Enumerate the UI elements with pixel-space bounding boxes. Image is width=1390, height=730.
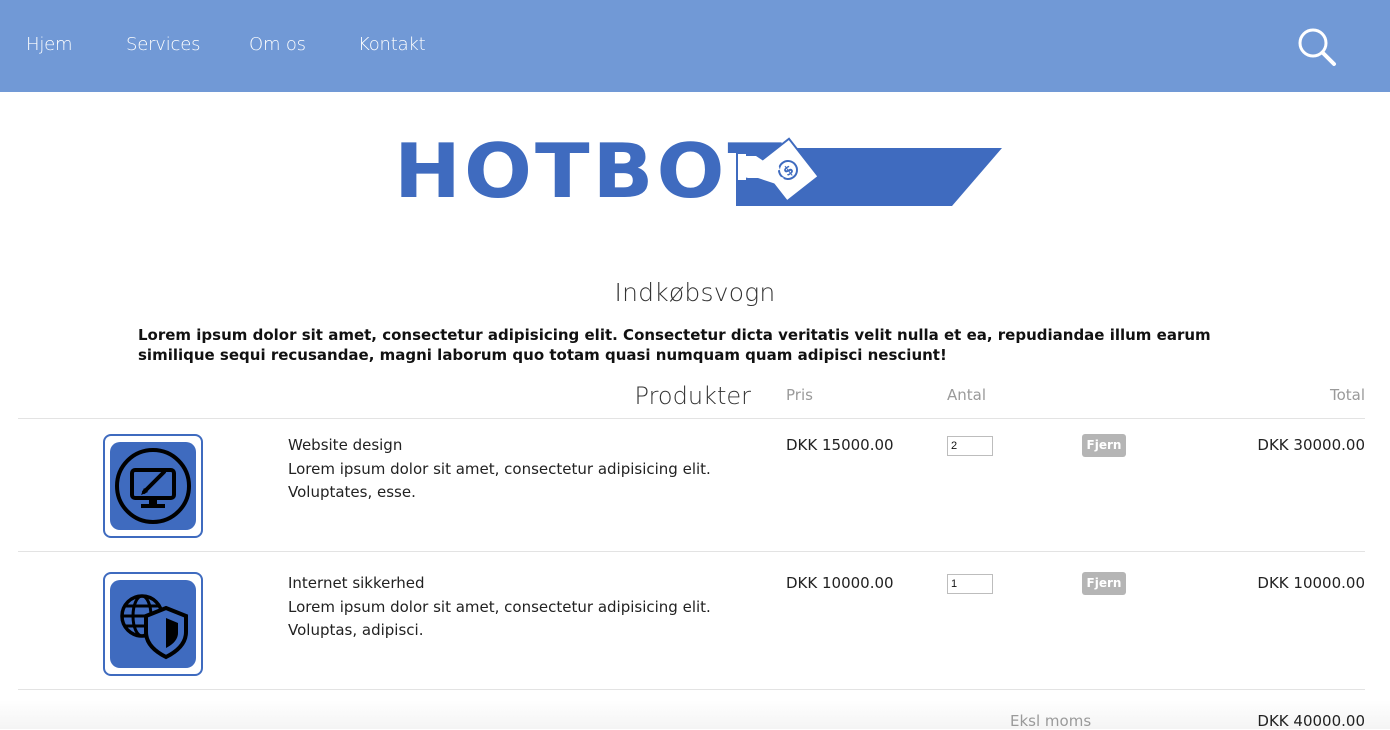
table-divider [18,689,1365,690]
nav-item-contact[interactable]: Kontakt [358,34,426,55]
product-description: Lorem ipsum dolor sit amet, consectetur … [288,460,711,501]
column-header-quantity: Antal [947,386,987,404]
table-divider [18,418,1365,419]
nav-item-about[interactable]: Om os [249,34,306,55]
top-navigation-bar: Hjem Services Om os Kontakt [0,0,1390,92]
globe-shield-icon [120,594,188,660]
product-name: Internet sikkerhed [288,574,425,592]
quantity-input[interactable] [947,574,993,594]
subtotal-label: Eksl moms [1010,712,1092,730]
nav-item-home[interactable]: Hjem [26,34,73,55]
bottom-shadow [0,700,1390,729]
remove-button[interactable]: Fjern [1082,434,1126,457]
quantity-input[interactable] [947,436,993,456]
column-header-price: Pris [786,386,813,404]
product-thumbnail [103,434,203,538]
logo-wordmark: HOTBOT [394,127,786,216]
intro-text: Lorem ipsum dolor sit amet, consectetur … [138,326,1211,364]
product-description: Lorem ipsum dolor sit amet, consectetur … [288,598,711,639]
monitor-pen-icon [115,448,191,524]
product-thumbnail [103,572,203,676]
hand-with-money-icon: $ [736,137,1002,206]
table-divider [18,551,1365,552]
search-icon[interactable] [1297,27,1337,67]
site-logo[interactable]: HOTBOT $ [394,130,1004,210]
column-header-products: Produkter [634,382,751,410]
line-total: DKK 30000.00 [1257,436,1365,454]
column-header-total: Total [1329,386,1365,404]
subtotal-value: DKK 40000.00 [1257,712,1365,730]
remove-button[interactable]: Fjern [1082,572,1126,595]
page-title: Indkøbsvogn [614,278,776,307]
product-name: Website design [288,436,403,454]
product-price: DKK 15000.00 [786,436,894,454]
nav-item-services[interactable]: Services [126,34,201,55]
line-total: DKK 10000.00 [1257,574,1365,592]
product-price: DKK 10000.00 [786,574,894,592]
